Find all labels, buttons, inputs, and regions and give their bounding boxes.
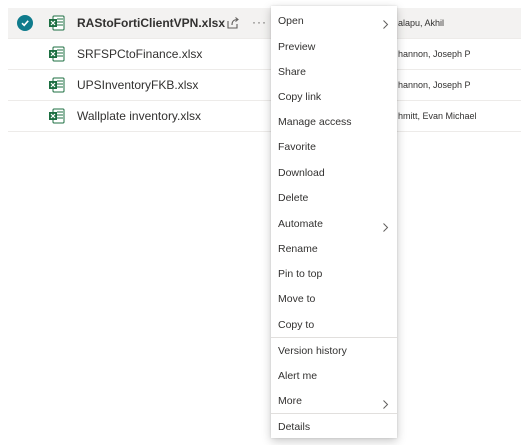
menu-item-label: Version history [278,344,347,357]
menu-item-favorite[interactable]: Favorite [271,134,397,159]
modified-by: hmitt, Evan Michael [398,111,477,121]
menu-item-rename[interactable]: Rename [271,236,397,261]
menu-item-move-to[interactable]: Move to [271,286,397,311]
excel-file-icon [48,76,66,94]
menu-item-label: Details [278,420,311,433]
menu-item-label: Preview [278,40,316,53]
file-name[interactable]: UPSInventoryFKB.xlsx [77,70,198,100]
more-actions-button[interactable]: ··· [252,8,267,36]
menu-item-alert-me[interactable]: Alert me [271,363,397,388]
file-row-wallplate[interactable]: Wallplate inventory.xlsx hmitt, Evan Mic… [8,101,521,132]
menu-item-label: Automate [278,217,323,230]
selected-check-icon[interactable] [17,15,33,31]
menu-item-label: Download [278,166,325,179]
menu-item-automate[interactable]: Automate [271,211,397,236]
excel-file-icon [48,107,66,125]
menu-item-label: Rename [278,242,318,255]
file-row-srf[interactable]: SRFSPCtoFinance.xlsx hannon, Joseph P [8,39,521,70]
menu-item-copy-link[interactable]: Copy link [271,84,397,109]
excel-file-icon [48,14,66,32]
menu-item-label: Favorite [278,140,316,153]
menu-item-open[interactable]: Open [271,8,397,33]
chevron-right-icon [382,219,389,232]
file-list: RAStoFortiClientVPN.xlsx ··· alapu, Akhi… [8,8,521,132]
menu-item-pin-to-top[interactable]: Pin to top [271,261,397,286]
file-row-ups[interactable]: UPSInventoryFKB.xlsx hannon, Joseph P [8,70,521,101]
menu-item-label: Copy to [278,318,315,331]
context-menu: Open Preview Share Copy link Manage acce… [271,6,397,438]
menu-item-manage-access[interactable]: Manage access [271,109,397,134]
chevron-right-icon [382,396,389,409]
menu-item-delete[interactable]: Delete [271,185,397,210]
menu-item-preview[interactable]: Preview [271,34,397,59]
menu-item-label: More [278,394,302,407]
menu-item-label: Manage access [278,115,352,128]
menu-item-label: Delete [278,191,309,204]
menu-item-label: Move to [278,292,316,305]
menu-item-download[interactable]: Download [271,160,397,185]
menu-item-copy-to[interactable]: Copy to [271,312,397,337]
menu-item-details[interactable]: Details [271,414,397,439]
menu-item-label: Share [278,65,307,78]
modified-by: hannon, Joseph P [398,49,471,59]
modified-by: alapu, Akhil [398,18,445,28]
file-name[interactable]: RAStoFortiClientVPN.xlsx [77,8,225,38]
menu-item-version-history[interactable]: Version history [271,338,397,363]
chevron-right-icon [382,16,389,29]
modified-by: hannon, Joseph P [398,80,471,90]
menu-item-label: Copy link [278,90,322,103]
excel-file-icon [48,45,66,63]
file-name[interactable]: Wallplate inventory.xlsx [77,101,201,131]
menu-item-label: Open [278,14,304,27]
file-row-ras[interactable]: RAStoFortiClientVPN.xlsx ··· alapu, Akhi… [8,8,521,39]
menu-item-label: Alert me [278,369,318,382]
menu-item-label: Pin to top [278,267,323,280]
share-icon[interactable] [225,15,241,31]
menu-item-share[interactable]: Share [271,59,397,84]
menu-item-more[interactable]: More [271,388,397,413]
file-name[interactable]: SRFSPCtoFinance.xlsx [77,39,202,69]
